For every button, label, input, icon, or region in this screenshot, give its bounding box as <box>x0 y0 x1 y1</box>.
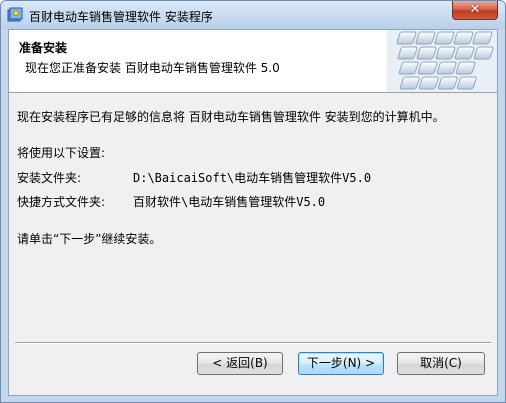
close-button[interactable]: ✕ <box>452 1 498 20</box>
window-frame-bottom <box>1 396 505 402</box>
installer-client-area: 准备安装 现在您正准备安装 百财电动车销售管理软件 5.0 现在安装程序已有足够… <box>8 29 498 396</box>
window-title: 百财电动车销售管理软件 安装程序 <box>29 10 213 24</box>
intro-text: 现在安装程序已有足够的信息将 百财电动车销售管理软件 安装到您的计算机中。 <box>17 110 445 124</box>
keyboard-keys-graphic <box>387 30 497 92</box>
settings-heading: 将使用以下设置: <box>17 146 106 160</box>
install-folder-label: 安装文件夹: <box>17 171 82 185</box>
continue-instruction: 请单击“下一步”继续安装。 <box>17 232 162 246</box>
back-button[interactable]: < 返回(B) <box>197 352 283 375</box>
next-button[interactable]: 下一步(N) > <box>298 352 384 375</box>
page-title: 准备安装 <box>19 41 68 55</box>
install-folder-value: D:\BaicaiSoft\电动车销售管理软件V5.0 <box>133 171 372 185</box>
cancel-button[interactable]: 取消(C) <box>397 352 485 375</box>
shortcut-folder-value: 百财软件\电动车销售管理软件V5.0 <box>133 195 326 209</box>
wizard-header: 准备安装 现在您正准备安装 百财电动车销售管理软件 5.0 <box>9 30 497 93</box>
installer-window: 百财电动车销售管理软件 安装程序 ✕ 准备安装 现在您正准备安装 百财电动车销售… <box>0 0 506 403</box>
footer-divider <box>15 342 491 344</box>
title-bar[interactable]: 百财电动车销售管理软件 安装程序 ✕ <box>1 1 505 29</box>
installer-app-icon <box>7 7 23 22</box>
page-subtitle: 现在您正准备安装 百财电动车销售管理软件 5.0 <box>25 61 280 75</box>
shortcut-folder-label: 快捷方式文件夹: <box>17 195 106 209</box>
close-icon: ✕ <box>469 2 481 17</box>
